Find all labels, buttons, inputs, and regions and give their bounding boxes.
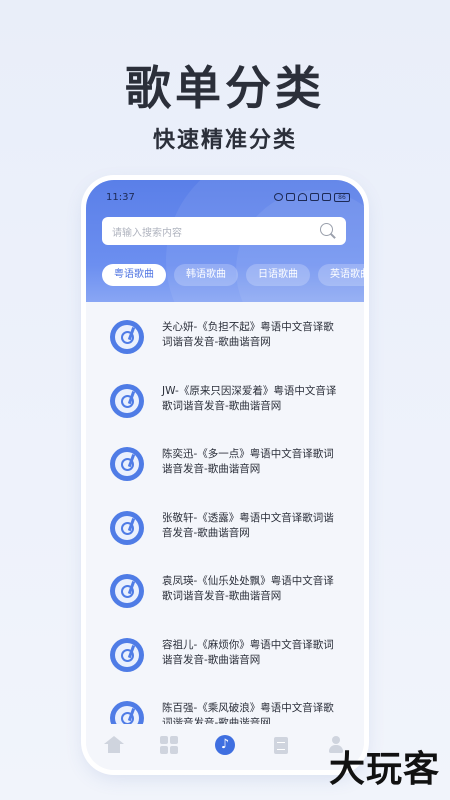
song-title: 容祖儿-《麻烦你》粤语中文音译歌词谐音发音-歌曲谐音网 xyxy=(162,638,334,666)
search-icon[interactable] xyxy=(320,223,336,239)
status-bar: 11:37 86 xyxy=(106,190,350,204)
list-item[interactable]: 袁凤瑛-《仙乐处处飘》粤语中文音译歌词谐音发音-歌曲谐音网 xyxy=(86,560,364,624)
home-icon[interactable] xyxy=(103,735,124,755)
list-item[interactable]: 张敬轩-《透露》粤语中文音译歌词谐音发音-歌曲谐音网 xyxy=(86,497,364,561)
signal-icon xyxy=(310,193,319,201)
category-tabs: 粤语歌曲 韩语歌曲 日语歌曲 英语歌曲 xyxy=(102,264,364,286)
document-icon[interactable] xyxy=(271,735,291,755)
battery-icon: 86 xyxy=(334,192,350,202)
song-title: 袁凤瑛-《仙乐处处飘》粤语中文音译歌词谐音发音-歌曲谐音网 xyxy=(162,575,334,602)
song-title: 陈奕迅-《多一点》粤语中文音译歌词谐音发音-歌曲谐音网 xyxy=(162,448,334,475)
grid-icon[interactable] xyxy=(159,735,179,755)
tab-cantonese[interactable]: 粤语歌曲 xyxy=(102,264,166,286)
music-disc-icon xyxy=(110,383,144,418)
phone-mockup: 11:37 86 请输入搜索内容 粤语歌曲 韩语歌曲 日语歌曲 英语歌曲 关心妍… xyxy=(86,180,364,770)
song-title: JW-《原来只因深爱着》粤语中文音译歌词谐音发音-歌曲谐音网 xyxy=(162,384,337,412)
search-input[interactable]: 请输入搜索内容 xyxy=(102,217,346,245)
list-item[interactable]: 陈奕迅-《多一点》粤语中文音译歌词谐音发音-歌曲谐音网 xyxy=(86,433,364,497)
search-placeholder: 请输入搜索内容 xyxy=(112,227,182,239)
hero-title: 歌单分类 xyxy=(125,61,325,115)
list-item[interactable]: JW-《原来只因深爱着》粤语中文音译歌词谐音发音-歌曲谐音网 xyxy=(86,370,364,434)
song-list: 关心妍-《负担不起》粤语中文音译歌词谐音发音-歌曲谐音网 JW-《原来只因深爱着… xyxy=(86,306,364,751)
music-disc-icon xyxy=(110,637,144,672)
tab-korean[interactable]: 韩语歌曲 xyxy=(174,264,238,286)
signal-icon xyxy=(322,193,331,201)
alarm-icon xyxy=(274,193,283,201)
tab-english[interactable]: 英语歌曲 xyxy=(318,264,364,286)
wifi-icon xyxy=(298,193,307,201)
music-disc-icon xyxy=(110,447,144,481)
song-title: 关心妍-《负担不起》粤语中文音译歌词谐音发音-歌曲谐音网 xyxy=(162,321,334,348)
list-item[interactable]: 容祖儿-《麻烦你》粤语中文音译歌词谐音发音-歌曲谐音网 xyxy=(86,624,364,688)
song-title: 张敬轩-《透露》粤语中文音译歌词谐音发音-歌曲谐音网 xyxy=(162,511,334,539)
music-disc-icon xyxy=(110,510,144,545)
music-icon[interactable]: ♪ xyxy=(214,735,235,755)
status-icons: 86 xyxy=(274,192,350,202)
watermark-logo: 大玩客 xyxy=(328,749,440,790)
bottom-tab-bar: ♪ xyxy=(86,724,364,770)
list-item[interactable]: 关心妍-《负担不起》粤语中文音译歌词谐音发音-歌曲谐音网 xyxy=(86,306,364,370)
phone-header: 11:37 86 请输入搜索内容 粤语歌曲 韩语歌曲 日语歌曲 英语歌曲 xyxy=(86,180,364,302)
hero-subtitle: 快速精准分类 xyxy=(152,128,297,153)
music-disc-icon xyxy=(110,574,144,608)
tab-japanese[interactable]: 日语歌曲 xyxy=(246,264,310,286)
vibrate-icon xyxy=(286,193,295,201)
status-time: 11:37 xyxy=(106,191,135,203)
music-disc-icon xyxy=(110,320,144,354)
